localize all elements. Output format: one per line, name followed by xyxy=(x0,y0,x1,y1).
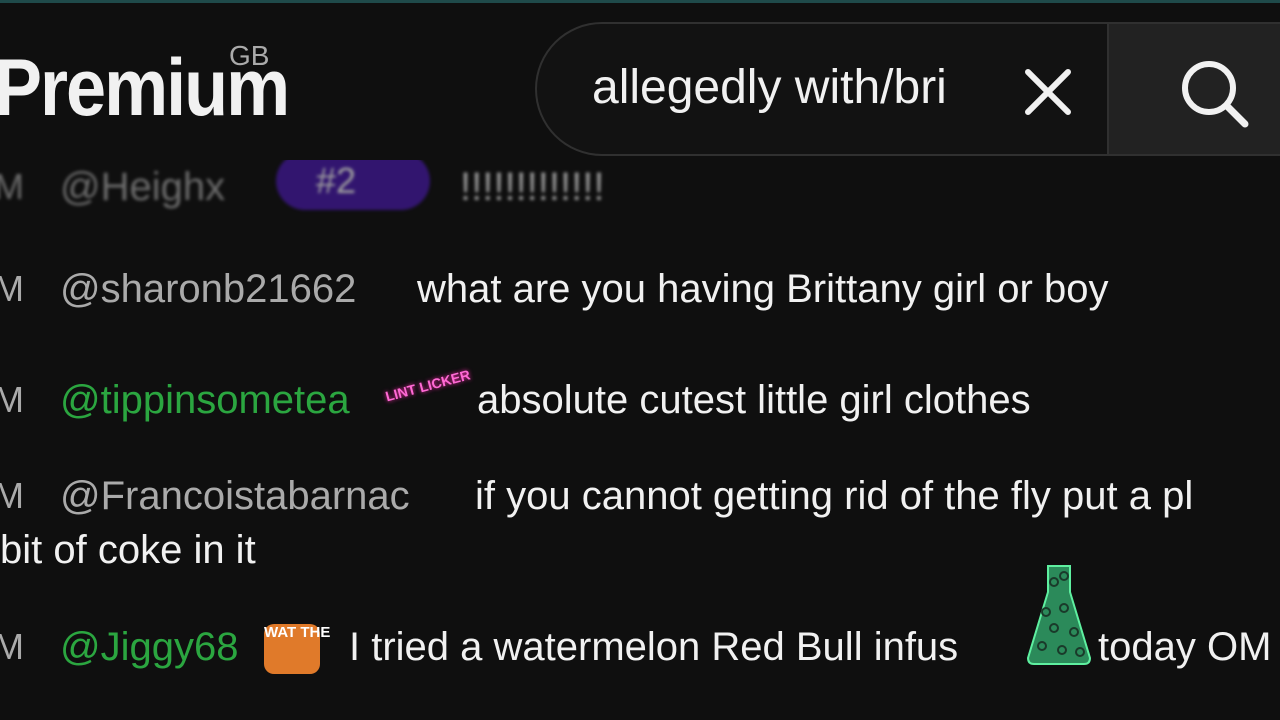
rank-badge-label: #2 xyxy=(316,160,357,201)
message-text: I tried a watermelon Red Bull infus xyxy=(349,625,959,669)
message-text-tail: today OM xyxy=(1098,625,1272,669)
member-emote-badge: WAT THE xyxy=(264,624,330,674)
clear-search-button[interactable] xyxy=(1018,62,1078,122)
member-emote-badge: LINT LICKER xyxy=(383,366,472,405)
author-name[interactable]: @Francoistabarnac xyxy=(60,471,410,521)
live-chat: M @Heighx #2 !!!!!!!!!!!!! M @sharonb216… xyxy=(0,160,1280,720)
search-query[interactable]: allegedly with/bri xyxy=(592,60,947,115)
timestamp: M xyxy=(0,268,24,309)
region-code: GB xyxy=(229,40,270,71)
timestamp: M xyxy=(0,166,24,207)
author-name[interactable]: @sharonb21662 xyxy=(60,264,356,314)
message-text: if you cannot getting rid of the fly put… xyxy=(475,474,1194,518)
timestamp: M xyxy=(0,626,24,667)
message-text: what are you having Brittany girl or boy xyxy=(417,267,1109,311)
top-border xyxy=(0,0,1280,3)
flask-sticker-icon xyxy=(1026,565,1092,665)
message-text-continued: bit of coke in it xyxy=(0,528,256,572)
author-name[interactable]: @Heighx xyxy=(60,162,225,212)
search-button[interactable] xyxy=(1107,22,1280,156)
message-text: !!!!!!!!!!!!! xyxy=(460,165,605,209)
rank-badge: #2 xyxy=(276,160,430,210)
search-icon xyxy=(1182,61,1249,128)
timestamp: M xyxy=(0,475,24,516)
timestamp: M xyxy=(0,379,24,420)
author-name[interactable]: @tippinsometea xyxy=(60,375,350,425)
close-icon xyxy=(1025,69,1071,115)
author-name[interactable]: @Jiggy68 xyxy=(60,622,238,672)
message-text: absolute cutest little girl clothes xyxy=(477,378,1031,422)
